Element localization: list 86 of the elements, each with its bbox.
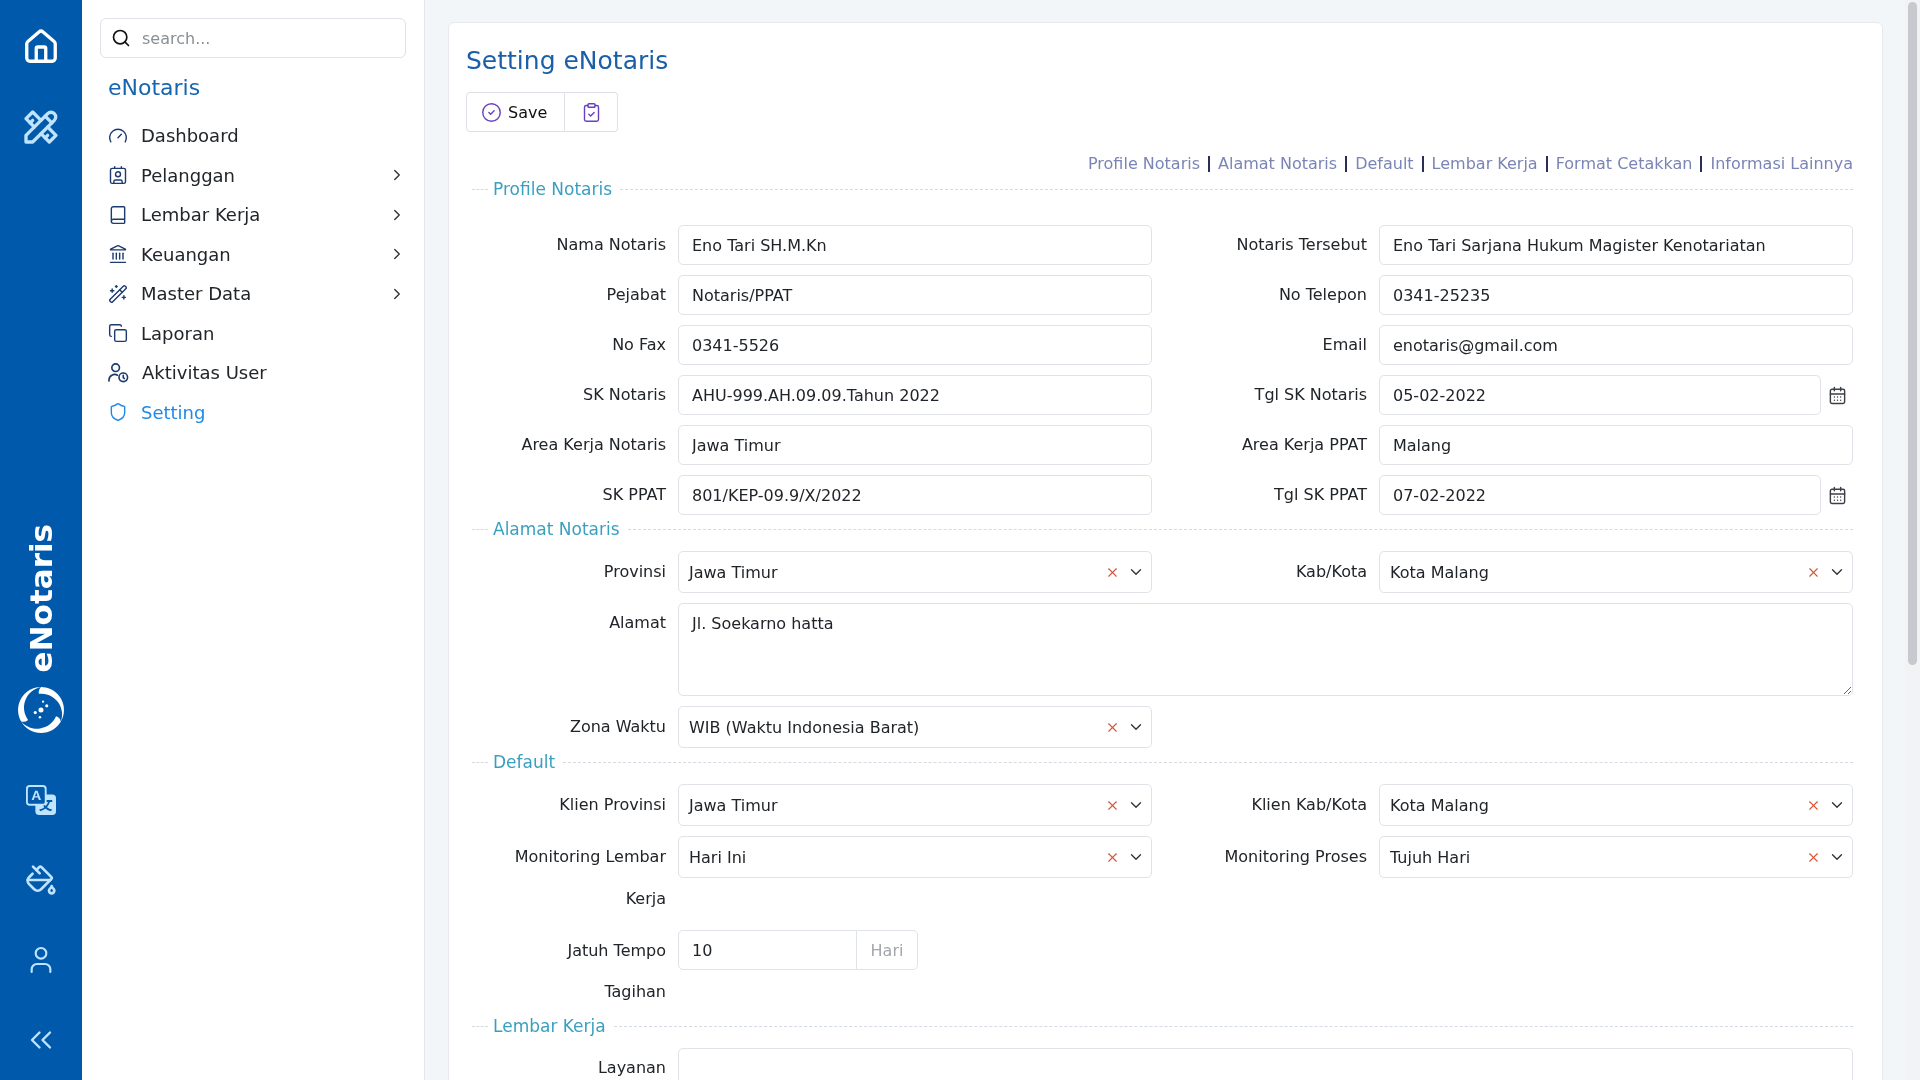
text-field[interactable]: 0341-25235 xyxy=(1379,275,1853,315)
swirl-logo-icon xyxy=(17,686,65,734)
field-label: Area Kerja PPAT xyxy=(1240,434,1367,456)
pencil-ruler-icon[interactable] xyxy=(21,107,61,147)
field-label: Email xyxy=(1321,334,1367,356)
text-area[interactable]: Jl. Soekarno hatta xyxy=(678,603,1853,696)
field-label: Alamat xyxy=(608,612,666,634)
text-field[interactable]: 801/KEP-09.9/X/2022 xyxy=(678,475,1152,515)
page-title: Setting eNotaris xyxy=(466,45,670,77)
text-field[interactable]: Eno Tari SH.M.Kn xyxy=(678,225,1152,265)
bank-icon xyxy=(108,244,128,265)
copy-icon xyxy=(108,323,128,344)
book-icon xyxy=(108,204,128,225)
field-label: Pejabat xyxy=(605,284,666,306)
menu-item[interactable]: Lembar Kerja xyxy=(100,195,406,235)
field-label: Klien Provinsi xyxy=(558,794,666,816)
field-label: Area Kerja Notaris xyxy=(520,434,666,456)
section-link[interactable]: Format Cetakkan xyxy=(1555,153,1693,175)
dropdown[interactable]: Kota Malang xyxy=(1379,784,1853,826)
menu-item[interactable]: Laporan xyxy=(100,313,406,353)
user-clock-icon xyxy=(108,362,129,384)
section-legend: Alamat Notaris xyxy=(488,519,628,539)
dropdown[interactable]: Jawa Timur xyxy=(678,551,1152,593)
unit-addon: Hari xyxy=(857,930,918,970)
save-button[interactable]: Save xyxy=(466,92,565,132)
section-link[interactable]: Lembar Kerja xyxy=(1431,153,1538,175)
menu-item[interactable]: Master Data xyxy=(100,274,406,314)
scrollbar-track[interactable] xyxy=(1905,0,1920,1080)
clipboard-button[interactable] xyxy=(565,92,618,132)
home-icon[interactable] xyxy=(22,28,60,66)
text-field[interactable]: Jawa Timur xyxy=(678,425,1152,465)
dropdown[interactable]: Hari Ini xyxy=(678,836,1152,878)
text-field[interactable]: Notaris/PPAT xyxy=(678,275,1152,315)
menu-item[interactable]: Pelanggan xyxy=(100,155,406,195)
search-icon xyxy=(111,28,131,48)
shield-icon xyxy=(108,402,128,423)
section-legend: Profile Notaris xyxy=(488,179,621,199)
paint-bucket-icon[interactable] xyxy=(25,864,57,896)
section-link[interactable]: Alamat Notaris xyxy=(1218,153,1338,175)
translate-icon[interactable] xyxy=(26,785,56,815)
check-circle-icon xyxy=(481,101,502,123)
field-label: Monitoring Proses xyxy=(1223,846,1367,868)
date-field[interactable]: 05-02-2022 xyxy=(1379,375,1821,415)
logo-text: eNotaris xyxy=(25,523,57,672)
field-label: Kab/Kota xyxy=(1294,561,1367,583)
field-label: Jatuh Tempo Tagihan xyxy=(565,940,666,1003)
magic-wand-icon xyxy=(108,283,128,304)
field-label: SK PPAT xyxy=(601,484,666,506)
field-label: Layanan xyxy=(596,1057,666,1079)
text-field[interactable]: 0341-5526 xyxy=(678,325,1152,365)
dropdown[interactable]: Tujuh Hari xyxy=(1379,836,1853,878)
section-link[interactable]: Informasi Lainnya xyxy=(1710,153,1853,175)
number-field[interactable]: 10 xyxy=(678,930,857,970)
text-field[interactable]: Eno Tari Sarjana Hukum Magister Kenotariatan xyxy=(1379,225,1853,265)
field-label: Nama Notaris xyxy=(555,234,666,256)
field-label: No Telepon xyxy=(1277,284,1367,306)
menu-item[interactable]: Keuangan xyxy=(100,234,406,274)
sidebar-title: eNotaris xyxy=(107,74,202,102)
field-label: Provinsi xyxy=(602,561,666,583)
dropdown[interactable]: Kota Malang xyxy=(1379,551,1853,593)
field-label: SK Notaris xyxy=(582,384,666,406)
field-label: Tgl SK PPAT xyxy=(1273,484,1367,506)
text-field[interactable]: enotaris@gmail.com xyxy=(1379,325,1853,365)
section-link[interactable]: Default xyxy=(1355,153,1414,175)
field-label: No Fax xyxy=(611,334,666,356)
field-label: Zona Waktu xyxy=(568,716,666,738)
menu-item[interactable]: Aktivitas User xyxy=(100,353,406,393)
contact-card-icon xyxy=(108,165,128,186)
text-field[interactable]: AHU-999.AH.09.09.Tahun 2022 xyxy=(678,375,1152,415)
field-label: Klien Kab/Kota xyxy=(1250,794,1367,816)
calendar-icon[interactable] xyxy=(1827,485,1847,505)
menu-item[interactable]: Dashboard xyxy=(100,116,406,156)
field-label: Tgl SK Notaris xyxy=(1253,384,1367,406)
scrollbar-thumb[interactable] xyxy=(1908,2,1917,665)
dropdown[interactable]: Jawa Timur xyxy=(678,784,1152,826)
field-label: Monitoring Lembar Kerja xyxy=(513,846,666,910)
text-field[interactable]: Malang xyxy=(1379,425,1853,465)
date-field[interactable]: 07-02-2022 xyxy=(1379,475,1821,515)
search-field[interactable]: search... xyxy=(100,18,406,58)
calendar-icon[interactable] xyxy=(1827,385,1847,405)
field-label: Notaris Tersebut xyxy=(1235,234,1367,256)
section-legend: Lembar Kerja xyxy=(488,1016,614,1036)
section-legend: Default xyxy=(488,752,564,772)
dropdown[interactable]: WIB (Waktu Indonesia Barat) xyxy=(678,706,1152,748)
menu-item[interactable]: Setting xyxy=(100,392,406,432)
section-link[interactable]: Profile Notaris xyxy=(1087,153,1200,175)
